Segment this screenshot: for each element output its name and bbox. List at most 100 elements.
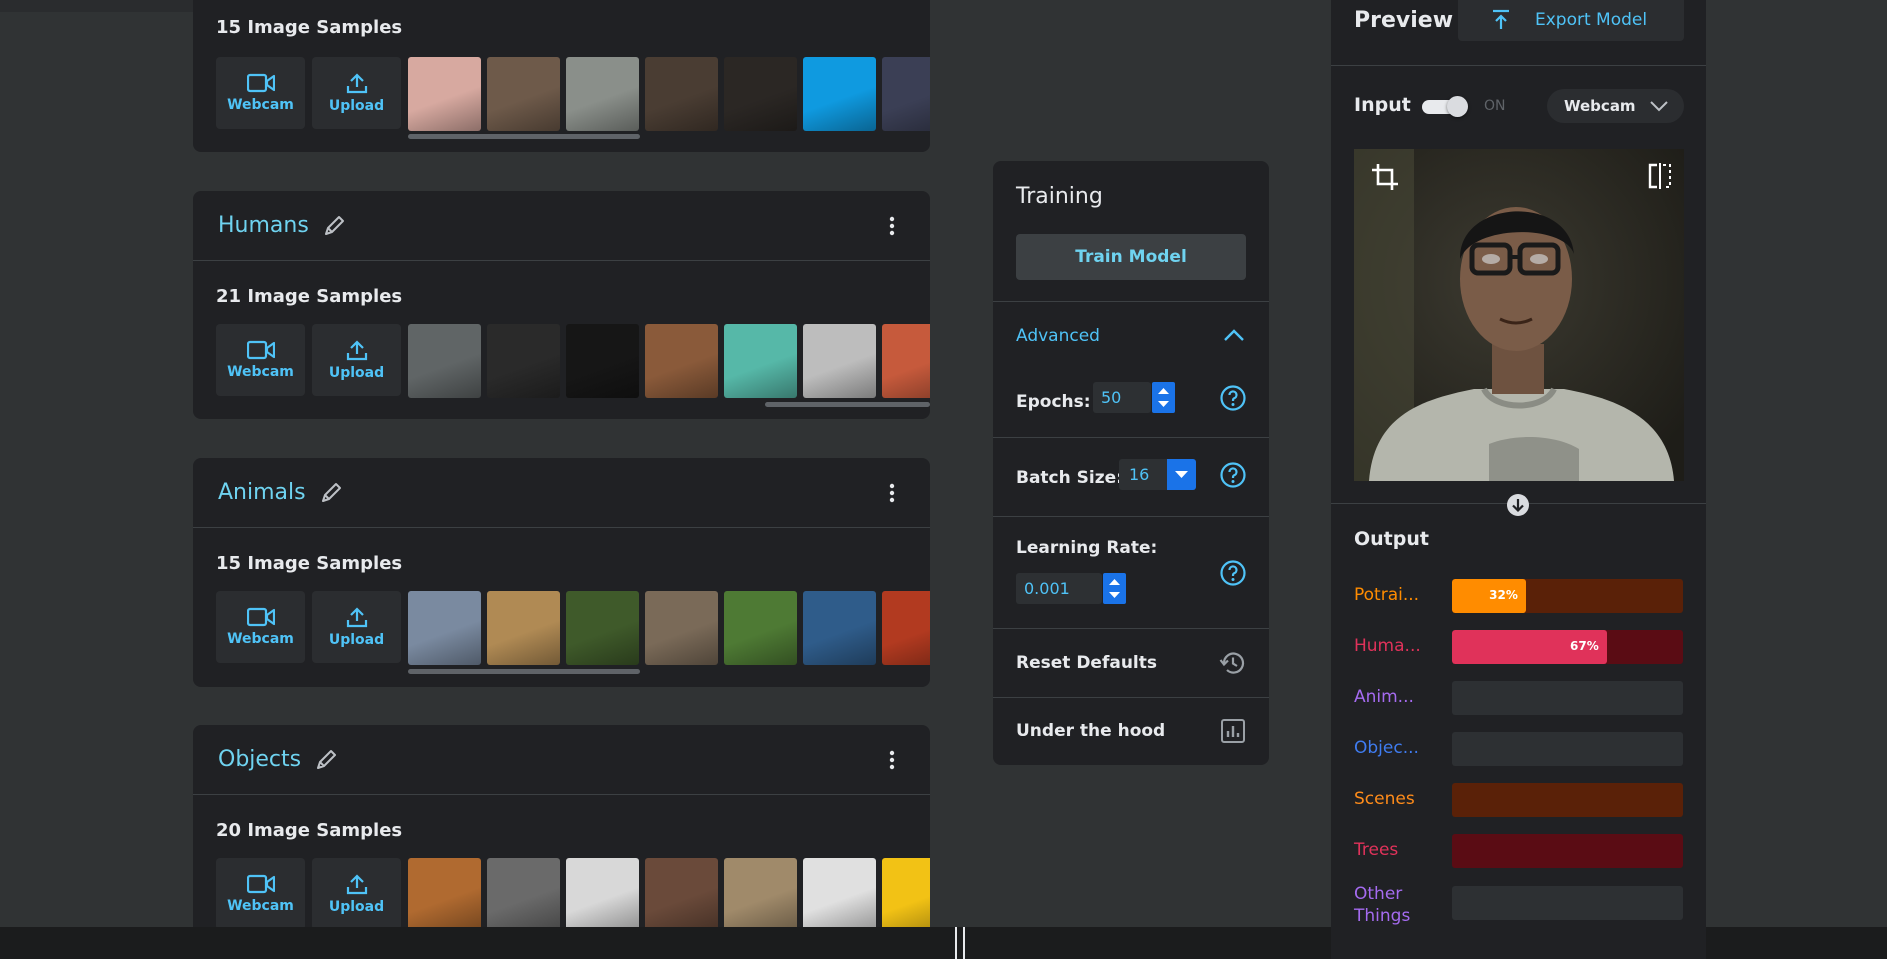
- under-the-hood-button[interactable]: Under the hood: [993, 697, 1269, 765]
- class-title[interactable]: Humans: [218, 213, 309, 238]
- train-model-button[interactable]: Train Model: [1016, 234, 1246, 280]
- output-bar: [1452, 732, 1683, 766]
- more-options-icon[interactable]: [880, 481, 904, 505]
- sample-thumbnail[interactable]: [645, 591, 718, 665]
- webcam-label: Webcam: [227, 97, 294, 113]
- advanced-label: Advanced: [1016, 326, 1100, 346]
- thumbnail-scrollbar[interactable]: [408, 669, 640, 674]
- sample-thumbnail[interactable]: [724, 858, 797, 932]
- thumbnail-scrollbar[interactable]: [408, 134, 640, 139]
- sample-thumbnail[interactable]: [645, 324, 718, 398]
- batch-size-value: 16: [1129, 465, 1150, 484]
- advanced-toggle[interactable]: Advanced: [993, 301, 1269, 366]
- webcam-button[interactable]: Webcam: [216, 858, 305, 930]
- learning-rate-value: 0.001: [1024, 579, 1070, 598]
- sample-thumbnail[interactable]: [408, 57, 481, 131]
- class-title[interactable]: Objects: [218, 747, 301, 772]
- input-toggle[interactable]: [1422, 96, 1468, 117]
- train-model-label: Train Model: [1075, 247, 1187, 267]
- sample-thumbnail[interactable]: [487, 858, 560, 932]
- sample-thumbnail[interactable]: [566, 324, 639, 398]
- sample-thumbnail[interactable]: [487, 324, 560, 398]
- arrow-down-circle-icon[interactable]: [1506, 493, 1530, 517]
- webcam-button[interactable]: Webcam: [216, 57, 305, 129]
- upload-button[interactable]: Upload: [312, 591, 401, 663]
- input-source-select[interactable]: Webcam: [1547, 89, 1684, 123]
- webcam-icon: [246, 874, 275, 894]
- thumbnail-strip[interactable]: [408, 57, 930, 131]
- epochs-stepper[interactable]: [1152, 382, 1175, 413]
- reset-defaults-button[interactable]: Reset Defaults: [993, 628, 1269, 698]
- more-options-icon[interactable]: [880, 214, 904, 238]
- sample-thumbnail[interactable]: [566, 591, 639, 665]
- sample-thumbnail[interactable]: [645, 858, 718, 932]
- reset-defaults-label: Reset Defaults: [1016, 653, 1157, 673]
- upload-icon: [346, 873, 368, 895]
- webcam-icon: [246, 340, 275, 360]
- thumbnail-strip[interactable]: [408, 591, 930, 665]
- sample-thumbnail[interactable]: [803, 591, 876, 665]
- thumbnail-scrollbar[interactable]: [765, 402, 930, 407]
- sample-thumbnail[interactable]: [724, 591, 797, 665]
- sample-count: 15 Image Samples: [216, 553, 403, 574]
- pencil-icon[interactable]: [313, 747, 339, 773]
- export-model-button[interactable]: Export Model: [1458, 0, 1684, 41]
- pencil-icon[interactable]: [318, 480, 344, 506]
- sample-thumbnail[interactable]: [724, 324, 797, 398]
- preview-header: Preview Export Model: [1331, 0, 1706, 66]
- output-label: Potrai...: [1354, 585, 1420, 605]
- webcam-button[interactable]: Webcam: [216, 591, 305, 663]
- sample-thumbnail[interactable]: [566, 57, 639, 131]
- sample-thumbnail[interactable]: [882, 858, 930, 932]
- bar-chart-icon: [1220, 718, 1246, 744]
- more-options-icon[interactable]: [880, 748, 904, 772]
- sample-thumbnail[interactable]: [408, 324, 481, 398]
- upload-button[interactable]: Upload: [312, 57, 401, 129]
- upload-button[interactable]: Upload: [312, 324, 401, 396]
- sample-thumbnail[interactable]: [487, 57, 560, 131]
- help-icon[interactable]: [1219, 559, 1247, 587]
- history-icon: [1219, 649, 1247, 677]
- sample-thumbnail[interactable]: [408, 591, 481, 665]
- help-icon[interactable]: [1219, 384, 1247, 412]
- sample-thumbnail[interactable]: [803, 57, 876, 131]
- upload-button[interactable]: Upload: [312, 858, 401, 930]
- upload-label: Upload: [328, 632, 385, 648]
- chevron-down-icon: [1650, 101, 1668, 112]
- text-cursor: [955, 927, 965, 959]
- output-label: Anim...: [1354, 687, 1414, 707]
- learning-rate-stepper[interactable]: [1103, 573, 1126, 604]
- class-card-3: Objects 20 Image Samples Webcam Upload: [193, 725, 930, 959]
- sample-thumbnail[interactable]: [882, 324, 930, 398]
- epochs-input[interactable]: 50: [1093, 382, 1151, 413]
- webcam-label: Webcam: [227, 898, 294, 914]
- sample-thumbnail[interactable]: [566, 858, 639, 932]
- help-icon[interactable]: [1219, 461, 1247, 489]
- upload-icon: [346, 606, 368, 628]
- epochs-row: Epochs: 50: [993, 365, 1269, 438]
- class-card-2: Animals 15 Image Samples Webcam Upload: [193, 458, 930, 687]
- flip-icon[interactable]: [1647, 162, 1673, 190]
- sample-thumbnail[interactable]: [803, 858, 876, 932]
- training-title: Training: [1016, 184, 1103, 209]
- sample-thumbnail[interactable]: [645, 57, 718, 131]
- class-title[interactable]: Animals: [218, 480, 306, 505]
- sample-thumbnail[interactable]: [882, 591, 930, 665]
- webcam-icon: [246, 607, 275, 627]
- learning-rate-input[interactable]: 0.001: [1016, 573, 1102, 604]
- sample-thumbnail[interactable]: [408, 858, 481, 932]
- sample-thumbnail[interactable]: [803, 324, 876, 398]
- thumbnail-strip[interactable]: [408, 858, 930, 932]
- sample-thumbnail[interactable]: [724, 57, 797, 131]
- thumbnail-strip[interactable]: [408, 324, 930, 398]
- upload-label: Upload: [328, 98, 385, 114]
- batch-size-select[interactable]: 16: [1119, 459, 1196, 490]
- output-label: Huma...: [1354, 636, 1421, 656]
- output-label: Other Things: [1354, 884, 1411, 926]
- crop-icon[interactable]: [1370, 162, 1400, 192]
- sample-count: 20 Image Samples: [216, 820, 403, 841]
- webcam-button[interactable]: Webcam: [216, 324, 305, 396]
- sample-thumbnail[interactable]: [487, 591, 560, 665]
- pencil-icon[interactable]: [321, 213, 347, 239]
- sample-thumbnail[interactable]: [882, 57, 930, 131]
